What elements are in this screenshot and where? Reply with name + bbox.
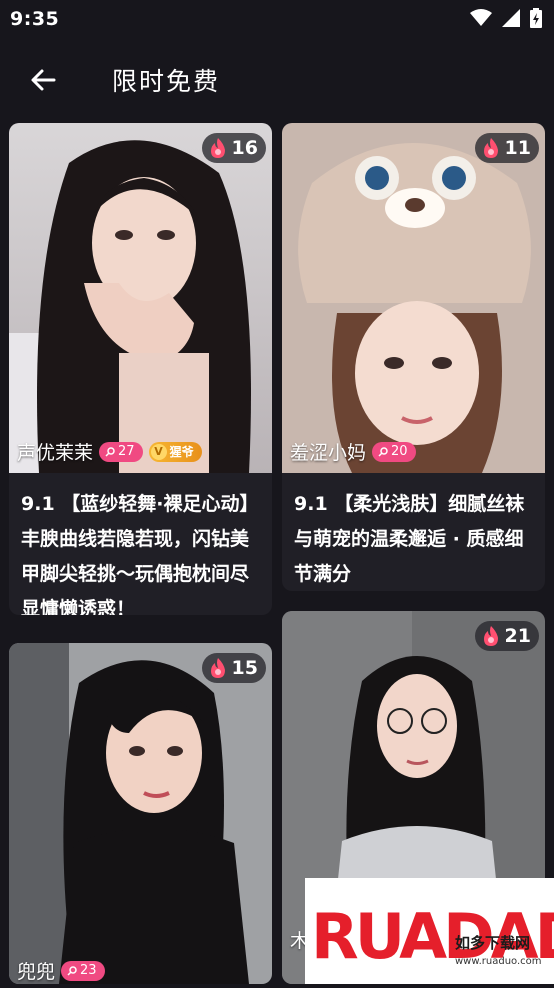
watermark-url: www.ruaduo.com: [455, 956, 542, 967]
heat-badge: 21: [474, 621, 539, 651]
cellular-signal-icon: [502, 9, 520, 27]
author-name: 声优茉茉: [17, 442, 94, 464]
level-value: 27: [118, 444, 135, 459]
level-value: 23: [80, 963, 97, 978]
author-name: 羞涩小妈: [290, 442, 367, 464]
status-bar: 9:35: [0, 0, 554, 40]
heat-count: 15: [231, 657, 258, 679]
card-description: 9.1 【柔光浅肤】细腻丝袜与萌宠的温柔邂逅 · 质感细节满分: [294, 493, 525, 585]
back-arrow-icon[interactable]: [28, 64, 60, 96]
page-title: 限时免费: [112, 67, 221, 96]
cover-photo: [9, 643, 272, 984]
level-badge: 20: [372, 441, 416, 462]
heat-count: 21: [504, 625, 531, 647]
heat-badge: 15: [201, 653, 266, 683]
video-card[interactable]: 15 兜兜 23: [9, 643, 272, 984]
vip-label: 猩爷: [169, 445, 194, 459]
vip-icon: V: [150, 443, 167, 460]
status-time: 9:35: [10, 8, 60, 30]
fire-icon: [210, 138, 225, 158]
video-card[interactable]: 11 羞涩小妈 20 9.1 【柔光浅肤】细腻丝袜与萌宠的温柔邂逅 · 质感细节…: [282, 123, 545, 591]
watermark-logo: RUADADO 如多下载网 www.ruaduo.com: [305, 878, 554, 984]
gender-icon: [105, 446, 115, 457]
fire-icon: [210, 658, 225, 678]
vip-badge: V 猩爷: [148, 441, 202, 462]
fire-icon: [483, 138, 498, 158]
cover-photo: [282, 123, 545, 473]
heat-count: 16: [231, 137, 258, 159]
author-row: 兜兜 23: [17, 957, 105, 984]
video-card[interactable]: 16 声优茉茉 27 V 猩爷 9.1 【蓝纱轻舞·裸足心动】丰腴曲线若隐若现，…: [9, 123, 272, 615]
author-row: 羞涩小妈 20: [290, 438, 416, 465]
author-name: 兜兜: [17, 961, 56, 983]
card-description: 9.1 【蓝纱轻舞·裸足心动】丰腴曲线若隐若现，闪钻美甲脚尖轻挑～玩偶抱枕间尽显…: [21, 493, 259, 615]
cover-photo: [9, 123, 272, 473]
wifi-icon: [470, 9, 492, 26]
level-value: 20: [391, 444, 408, 459]
heat-count: 11: [504, 137, 531, 159]
author-row: 声优茉茉 27 V 猩爷: [17, 438, 202, 465]
heat-badge: 11: [474, 133, 539, 163]
gender-icon: [67, 965, 77, 976]
gender-icon: [378, 446, 388, 457]
level-badge: 23: [61, 960, 105, 981]
heat-badge: 16: [201, 133, 266, 163]
watermark-subtitle: 如多下载网: [455, 934, 530, 952]
level-badge: 27: [99, 441, 143, 462]
fire-icon: [483, 626, 498, 646]
battery-icon: [530, 8, 542, 28]
top-app-bar: 限时免费: [0, 48, 554, 114]
status-icons: [470, 8, 542, 28]
